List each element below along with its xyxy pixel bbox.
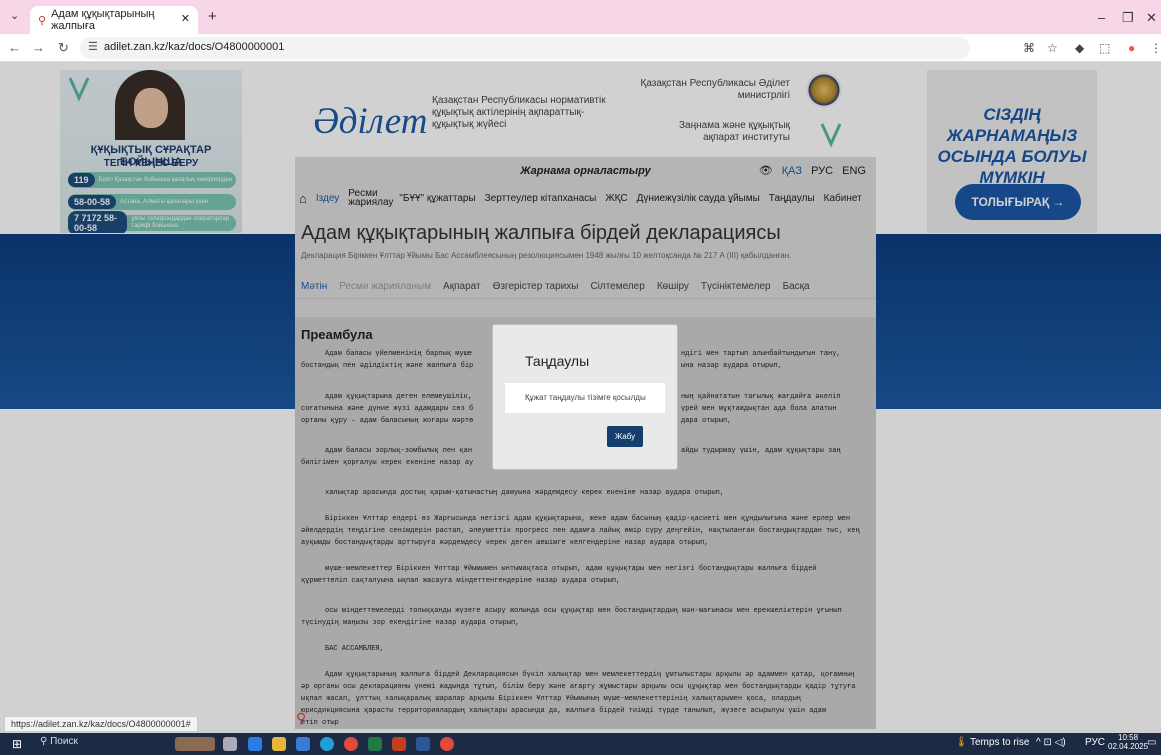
search-icon: ⚲ — [40, 736, 48, 747]
powerpoint-icon[interactable] — [392, 737, 406, 751]
chrome-icon[interactable] — [440, 737, 454, 751]
tab-list-icon[interactable]: ⌄ — [10, 9, 19, 22]
clock-date: 02.04.2025 — [1108, 742, 1149, 751]
tray-icons[interactable]: ^ ⊡ ◁) — [1036, 737, 1066, 748]
clock-time: 10:58 — [1118, 733, 1139, 742]
clock[interactable]: 10:58 02.04.2025 — [1108, 733, 1148, 751]
taskbar-search-label: Поиск — [50, 736, 78, 747]
taskbar-search[interactable]: ⚲ Поиск — [40, 736, 78, 747]
weather-icon: 🌡 — [955, 737, 968, 748]
menu-dots-icon[interactable]: ⋮ — [1150, 41, 1161, 55]
search-icon[interactable]: ⚲ — [296, 710, 306, 727]
store-icon[interactable] — [248, 737, 262, 751]
site-settings-icon[interactable]: ☰ — [88, 40, 98, 53]
url-text: adilet.zan.kz/kaz/docs/O4800000001 — [104, 41, 285, 53]
url-field[interactable]: ☰ adilet.zan.kz/kaz/docs/O4800000001 — [80, 37, 970, 59]
minimize-icon[interactable]: – — [1098, 10, 1105, 25]
restore-icon[interactable]: ❐ — [1122, 10, 1134, 26]
excel-icon[interactable] — [368, 737, 382, 751]
notifications-icon[interactable]: ▭ — [1147, 737, 1156, 748]
bookmark-star-icon[interactable]: ☆ — [1047, 41, 1058, 55]
task-view-icon[interactable] — [223, 737, 237, 751]
windows-start-icon[interactable]: ⊞ — [12, 737, 22, 751]
profile-icon[interactable]: ● — [1128, 41, 1135, 55]
dialog-title: Таңдаулы — [525, 353, 590, 369]
extension-icon[interactable]: ◆ — [1075, 41, 1084, 55]
mail-icon[interactable] — [296, 737, 310, 751]
favorites-dialog: Таңдаулы Құжат таңдаулы тізімге қосылды … — [492, 324, 678, 470]
close-button[interactable]: Жабу — [607, 426, 643, 447]
edge-icon[interactable] — [320, 737, 334, 751]
dialog-message: Құжат таңдаулы тізімге қосылды — [505, 383, 665, 413]
new-tab-icon[interactable]: + — [208, 8, 217, 25]
status-url: https://adilet.zan.kz/kaz/docs/O48000000… — [4, 716, 198, 732]
close-window-icon[interactable]: ✕ — [1146, 10, 1157, 26]
back-icon[interactable]: ← — [8, 40, 21, 55]
tab-strip: ⌄ ⚲ Адам құқықтарының жалпыға ✕ + – ❐ ✕ — [0, 0, 1161, 34]
tab-title: Адам құқықтарының жалпыға — [51, 8, 155, 32]
address-bar: ← → ↻ ☰ adilet.zan.kz/kaz/docs/O48000000… — [0, 34, 1161, 62]
explorer-icon[interactable] — [272, 737, 286, 751]
taskbar: ⊞ ⚲ Поиск 🌡 Temps to rise ^ ⊡ ◁) РУС 10:… — [0, 733, 1161, 755]
search-icon: ⚲ — [38, 14, 47, 27]
close-tab-icon[interactable]: ✕ — [181, 12, 190, 25]
forward-icon[interactable]: → — [32, 40, 45, 55]
news-widget-icon[interactable] — [175, 737, 215, 751]
weather-text[interactable]: Temps to rise — [970, 737, 1029, 748]
browser-tab[interactable]: ⚲ Адам құқықтарының жалпыға ✕ — [30, 6, 198, 34]
extensions-puzzle-icon[interactable]: ⬚ — [1099, 41, 1110, 55]
translate-icon[interactable]: ⌘ — [1023, 41, 1035, 55]
word-icon[interactable] — [416, 737, 430, 751]
chrome-icon[interactable] — [344, 737, 358, 751]
reload-icon[interactable]: ↻ — [58, 40, 69, 56]
input-language[interactable]: РУС — [1085, 737, 1105, 748]
